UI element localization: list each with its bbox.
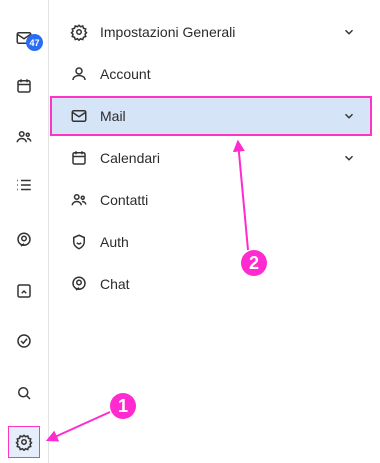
callout-1-badge: 1 xyxy=(110,393,136,419)
contacts-icon[interactable] xyxy=(8,121,40,153)
menu-item-auth[interactable]: Auth xyxy=(50,222,372,262)
check-circle-icon[interactable] xyxy=(8,325,40,357)
menu-item-label: Impostazioni Generali xyxy=(100,24,236,40)
callout-2-badge: 2 xyxy=(241,250,267,276)
shield-icon xyxy=(70,233,88,251)
menu-item-impostazioni-generali[interactable]: Impostazioni Generali xyxy=(50,12,372,52)
chat-icon[interactable] xyxy=(8,224,40,256)
menu-item-label: Mail xyxy=(100,108,126,124)
settings-menu: Impostazioni Generali Account Mail Calen… xyxy=(50,0,372,463)
menu-item-contatti[interactable]: Contatti xyxy=(50,180,372,220)
menu-item-label: Chat xyxy=(100,276,130,292)
gear-icon xyxy=(70,23,88,42)
app-nav-rail: 47 xyxy=(0,0,49,463)
files-icon[interactable] xyxy=(8,275,40,307)
user-icon xyxy=(70,65,88,83)
mail-icon xyxy=(70,107,88,125)
menu-item-chat[interactable]: Chat xyxy=(50,264,372,304)
chevron-down-icon[interactable] xyxy=(342,25,356,39)
menu-item-mail[interactable]: Mail xyxy=(50,96,372,136)
calendar-icon[interactable] xyxy=(8,70,40,102)
menu-item-label: Account xyxy=(100,66,151,82)
calendar-icon xyxy=(70,149,88,167)
menu-item-calendari[interactable]: Calendari xyxy=(50,138,372,178)
menu-item-label: Contatti xyxy=(100,192,149,208)
search-icon[interactable] xyxy=(8,377,40,409)
tasks-list-icon[interactable] xyxy=(8,169,40,201)
chevron-down-icon[interactable] xyxy=(342,151,356,165)
chevron-down-icon[interactable] xyxy=(342,109,356,123)
contacts-icon xyxy=(70,191,88,209)
unread-count-badge: 47 xyxy=(26,34,43,51)
settings-gear-icon[interactable] xyxy=(8,426,40,458)
menu-item-account[interactable]: Account xyxy=(50,54,372,94)
chat-icon xyxy=(70,275,88,293)
menu-item-label: Calendari xyxy=(100,150,160,166)
menu-item-label: Auth xyxy=(100,234,129,250)
